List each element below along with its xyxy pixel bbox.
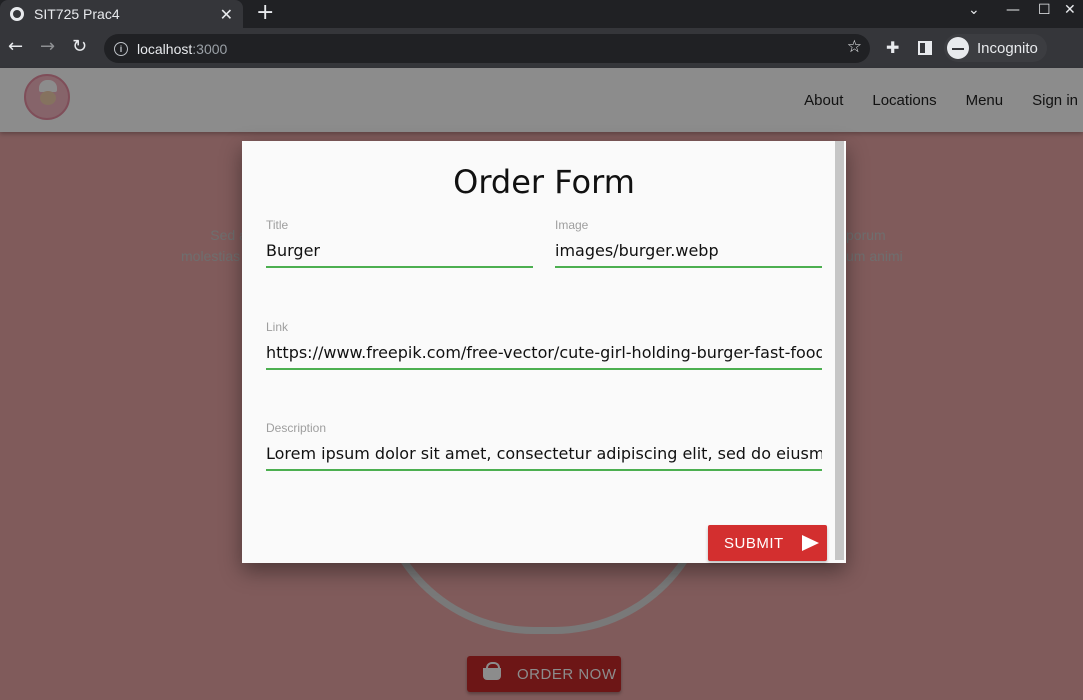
browser-toolbar: ← → ↻ i localhost:3000 ☆ ✚ Incognito — [0, 28, 1083, 68]
submit-label: SUBMIT — [724, 534, 784, 552]
description-input[interactable] — [266, 437, 822, 471]
tab-search-icon[interactable]: ⌄ — [968, 2, 980, 18]
submit-button[interactable]: SUBMIT — [708, 525, 827, 561]
tab-title: SIT725 Prac4 — [34, 6, 120, 22]
side-panel-icon[interactable] — [918, 41, 932, 55]
incognito-badge[interactable]: Incognito — [944, 34, 1047, 62]
order-form-modal: Order Form Title Image Link Description … — [242, 141, 846, 563]
back-icon[interactable]: ← — [8, 37, 23, 57]
url-port: :3000 — [192, 40, 228, 57]
address-bar[interactable]: i localhost:3000 ☆ — [104, 34, 870, 63]
browser-tab[interactable]: SIT725 Prac4 ✕ — [0, 0, 243, 28]
modal-scrollbar[interactable] — [835, 141, 844, 560]
link-input[interactable] — [266, 336, 822, 370]
globe-icon — [10, 7, 24, 21]
image-field: Image — [555, 218, 822, 274]
extensions-icon[interactable]: ✚ — [886, 38, 899, 57]
title-label: Title — [266, 218, 289, 232]
new-tab-button[interactable]: + — [256, 2, 274, 24]
bookmark-star-icon[interactable]: ☆ — [847, 37, 862, 57]
incognito-icon — [947, 37, 969, 59]
modal-title: Order Form — [453, 163, 635, 201]
close-window-icon[interactable]: ✕ — [1064, 2, 1076, 18]
url-host: localhost — [137, 40, 193, 57]
tab-strip: SIT725 Prac4 ✕ + ⌄ — ☐ ✕ — [0, 0, 1083, 28]
image-input[interactable] — [555, 234, 822, 268]
description-field: Description — [266, 421, 822, 477]
forward-icon[interactable]: → — [40, 37, 55, 57]
title-input[interactable] — [266, 234, 533, 268]
send-icon — [801, 535, 819, 551]
close-tab-icon[interactable]: ✕ — [220, 5, 233, 24]
image-label: Image — [555, 218, 589, 232]
maximize-icon[interactable]: ☐ — [1038, 2, 1051, 18]
link-field: Link — [266, 320, 822, 376]
minimize-icon[interactable]: — — [1006, 2, 1020, 18]
incognito-label: Incognito — [977, 39, 1038, 57]
info-icon[interactable]: i — [114, 41, 128, 56]
link-label: Link — [266, 320, 289, 334]
description-label: Description — [266, 421, 327, 435]
title-field: Title — [266, 218, 533, 274]
reload-icon[interactable]: ↻ — [72, 37, 87, 57]
